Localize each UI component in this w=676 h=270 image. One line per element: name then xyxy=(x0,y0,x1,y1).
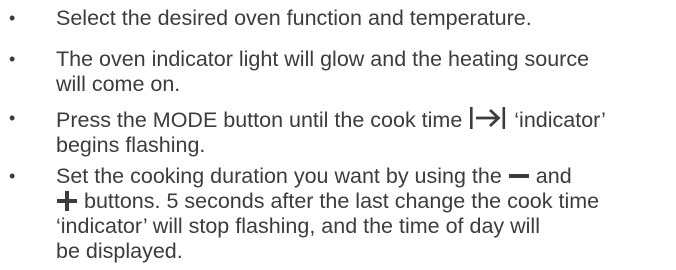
item-text: begins flashing. xyxy=(56,133,206,157)
item-text: and xyxy=(535,164,572,188)
item-text: will come on. xyxy=(56,72,181,96)
item-text: be displayed. xyxy=(56,239,183,263)
bullet: • xyxy=(9,166,16,186)
item-text: ‘indicator’ will stop flashing, and the … xyxy=(56,214,540,238)
item-text: ‘indicator’ xyxy=(514,108,606,132)
item-text: buttons. 5 seconds after the last change… xyxy=(83,189,600,213)
cook-time-arrow-icon xyxy=(468,106,508,130)
bullet: • xyxy=(9,49,16,69)
bullet: • xyxy=(9,8,16,28)
item-text: Select the desired oven function and tem… xyxy=(56,6,532,30)
item-text: The oven indicator light will glow and t… xyxy=(56,47,590,71)
minus-icon xyxy=(508,166,530,186)
item-text: Set the cooking duration you want by usi… xyxy=(56,164,502,188)
plus-icon xyxy=(56,191,78,211)
bullet: • xyxy=(9,108,16,128)
item-text: Press the MODE button until the cook tim… xyxy=(56,108,463,132)
